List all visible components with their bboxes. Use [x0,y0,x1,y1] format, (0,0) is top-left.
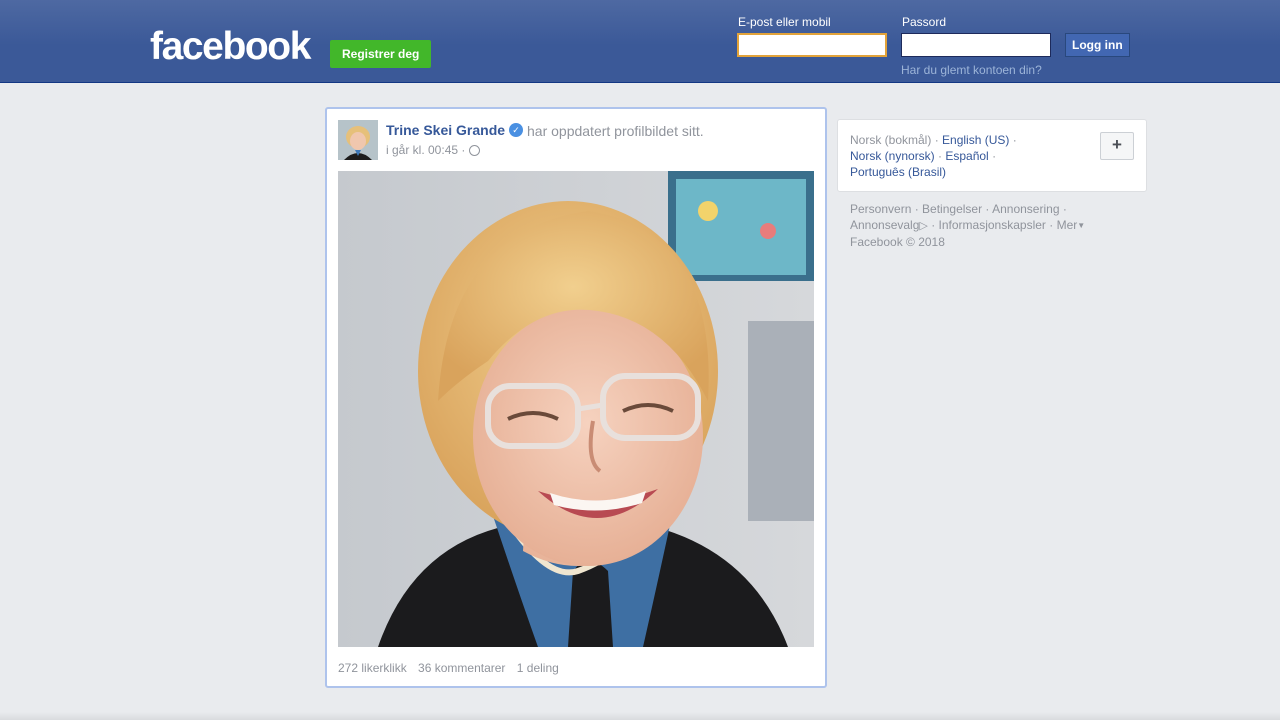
comments-count[interactable]: 36 kommentarer [418,661,505,675]
email-field[interactable] [737,33,887,57]
forgot-account-link[interactable]: Har du glemt kontoen din? [901,63,1042,77]
footer-link-terms[interactable]: Betingelser [922,202,982,216]
register-button[interactable]: Registrer deg [330,40,432,68]
footer-link-ad-choices[interactable]: Annonsevalg [850,218,919,232]
likes-count[interactable]: 272 likerklikk [338,661,407,675]
password-label: Passord [902,15,947,29]
login-button[interactable]: Logg inn [1065,33,1130,57]
post-stats: 272 likerklikk 36 kommentarer 1 deling [338,661,567,675]
language-selector: Norsk (bokmål) · English (US) · Norsk (n… [837,119,1147,192]
shares-count[interactable]: 1 deling [517,661,559,675]
globe-icon[interactable] [469,145,480,156]
plus-icon[interactable]: + [1100,132,1134,160]
current-language: Norsk (bokmål) [850,133,932,147]
post-action-text: har oppdatert profilbildet sitt. [527,123,704,139]
bottom-edge [0,712,1280,720]
ad-choices-icon: ▷ [919,220,928,232]
verified-badge-icon: ✓ [509,123,523,137]
top-bar: facebook Registrer deg E-post eller mobi… [0,0,1280,83]
facebook-logo[interactable]: facebook [150,25,311,69]
footer-link-more[interactable]: Mer [1057,218,1078,232]
post-card: Trine Skei Grande ✓ har oppdatert profil… [325,107,827,688]
copyright-text: Facebook © 2018 [850,235,945,249]
footer-link-privacy[interactable]: Personvern [850,202,911,216]
language-link-portugues-brasil[interactable]: Português (Brasil) [850,165,946,179]
language-list: Norsk (bokmål) · English (US) · Norsk (n… [850,133,1017,179]
language-link-norsk-nynorsk[interactable]: Norsk (nynorsk) [850,149,935,163]
avatar-image [338,120,378,160]
post-author-link[interactable]: Trine Skei Grande [386,122,505,138]
footer-links: Personvern · Betingelser · Annonsering ·… [850,202,1086,249]
language-link-english-us[interactable]: English (US) [942,133,1009,147]
email-label: E-post eller mobil [738,15,831,29]
profile-photo[interactable] [338,171,814,647]
author-avatar[interactable] [338,120,378,160]
footer-link-cookies[interactable]: Informasjonskapsler [939,218,1046,232]
post-timestamp[interactable]: i går kl. 00:45 · [386,143,465,157]
profile-photo-image [338,171,814,647]
caret-down-icon: ▼ [1077,221,1086,230]
password-field[interactable] [901,33,1051,57]
language-link-espanol[interactable]: Español [945,149,988,163]
footer-link-advertising[interactable]: Annonsering [992,202,1059,216]
